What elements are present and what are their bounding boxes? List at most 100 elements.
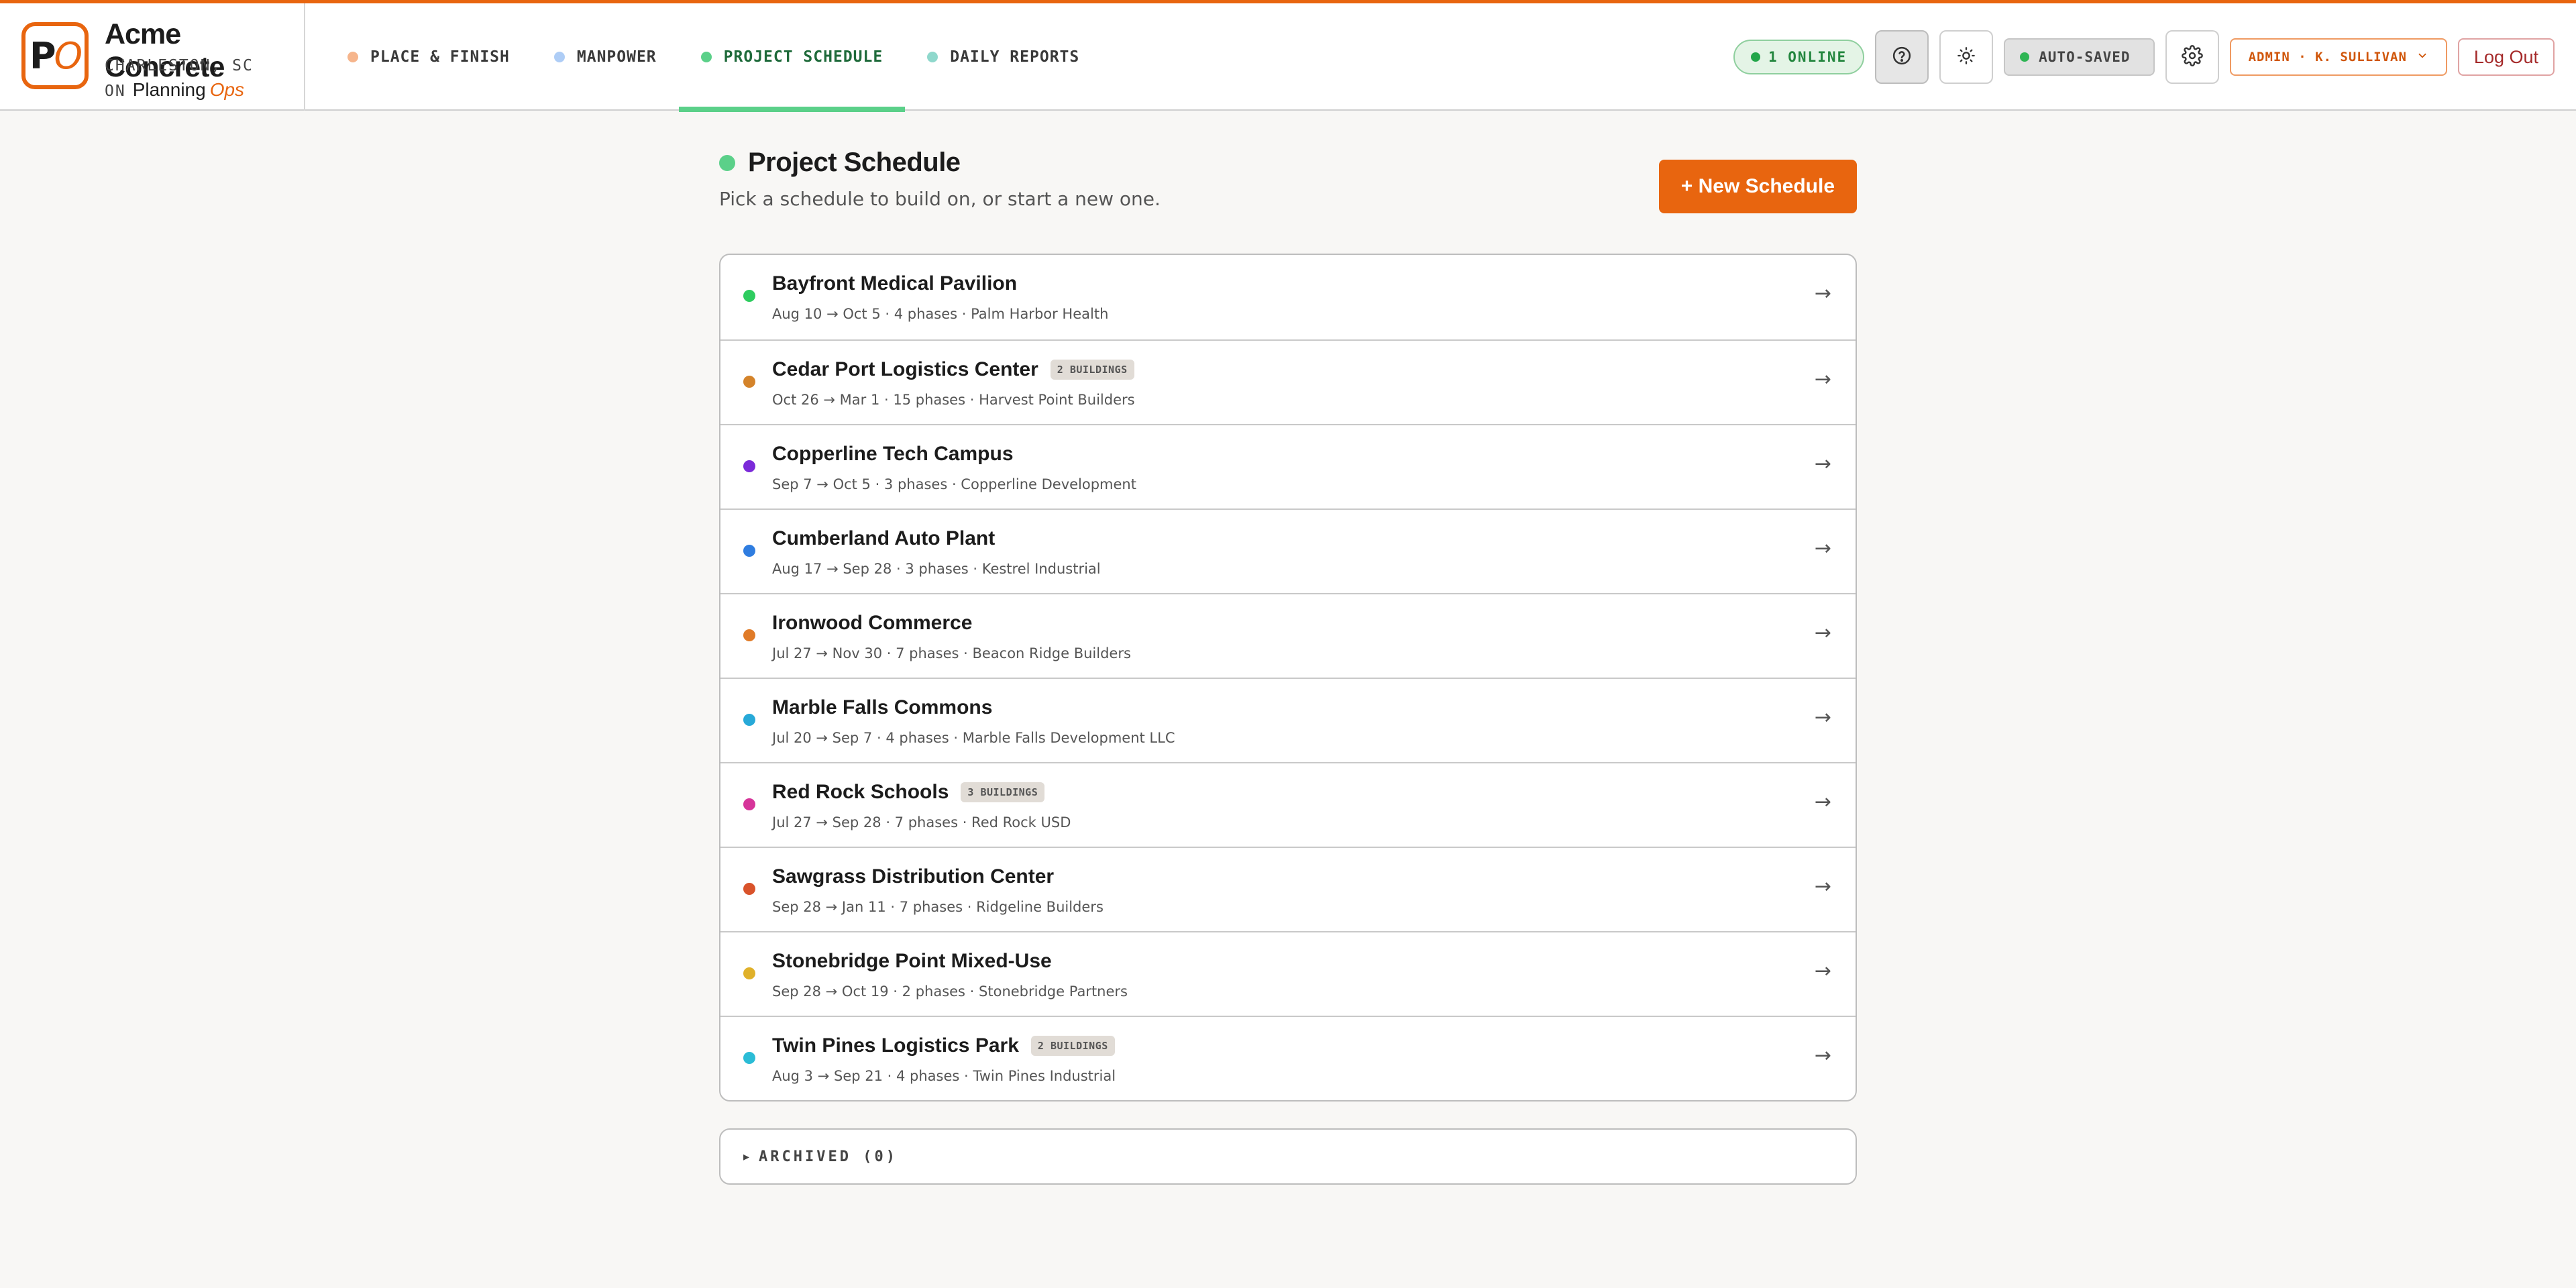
archived-section-toggle[interactable]: ▸ ARCHIVED (0) xyxy=(719,1128,1857,1185)
page-header: Project Schedule Pick a schedule to buil… xyxy=(719,148,1857,241)
schedule-meta: Sep 28 → Oct 19 · 2 phases · Stonebridge… xyxy=(772,983,1128,1000)
autosave-status: AUTO-SAVED xyxy=(2004,38,2155,76)
schedule-row[interactable]: Ironwood Commerce Jul 27 → Nov 30 · 7 pha… xyxy=(720,593,1856,678)
schedule-meta: Sep 28 → Jan 11 · 7 phases · Ridgeline B… xyxy=(772,899,1104,915)
schedule-name: Ironwood Commerce xyxy=(772,612,973,634)
schedule-meta: Sep 7 → Oct 5 · 3 phases · Copperline De… xyxy=(772,476,1136,492)
schedule-color-dot xyxy=(743,545,755,557)
theme-toggle-button[interactable] xyxy=(1939,30,1994,84)
schedule-color-dot xyxy=(743,460,755,472)
tab-place-finish[interactable]: PLACE & FINISH xyxy=(325,3,532,111)
tab-manpower[interactable]: MANPOWER xyxy=(532,3,679,111)
schedule-meta: Aug 3 → Sep 21 · 4 phases · Twin Pines I… xyxy=(772,1068,1116,1084)
schedule-name: Twin Pines Logistics Park xyxy=(772,1034,1019,1057)
buildings-badge: 3 BUILDINGS xyxy=(961,782,1045,802)
schedule-meta: Jul 27 → Nov 30 · 7 phases · Beacon Ridg… xyxy=(772,645,1131,661)
product-tagline: ON Planning Ops xyxy=(105,79,245,100)
arrow-right-icon: → xyxy=(1814,621,1831,645)
page-status-dot xyxy=(719,155,735,171)
schedule-name: Cumberland Auto Plant xyxy=(772,527,996,549)
online-status-badge[interactable]: 1 ONLINE xyxy=(1733,40,1865,74)
arrow-right-icon: → xyxy=(1814,1044,1831,1067)
settings-button[interactable] xyxy=(2165,30,2219,84)
schedule-name-line: Marble Falls Commons xyxy=(772,696,992,719)
schedule-row[interactable]: Bayfront Medical Pavilion Aug 10 → Oct 5 … xyxy=(720,255,1856,339)
schedule-color-dot xyxy=(743,967,755,979)
new-schedule-button[interactable]: + New Schedule xyxy=(1658,160,1857,213)
schedule-name: Bayfront Medical Pavilion xyxy=(772,272,1018,294)
schedule-name-line: Cedar Port Logistics Center 2 BUILDINGS xyxy=(772,358,1134,381)
schedule-color-dot xyxy=(743,629,755,641)
header-actions: 1 ONLINE AUTO-SAVED ADMIN · K. SULLIVAN xyxy=(1733,3,2555,111)
schedule-row[interactable]: Stonebridge Point Mixed-Use Sep 28 → Oct … xyxy=(720,931,1856,1016)
schedule-name-line: Sawgrass Distribution Center xyxy=(772,865,1054,888)
schedule-name: Cedar Port Logistics Center xyxy=(772,358,1038,380)
schedule-name: Sawgrass Distribution Center xyxy=(772,865,1055,888)
arrow-right-icon: → xyxy=(1814,368,1831,391)
arrow-right-icon: → xyxy=(1814,537,1831,560)
arrow-right-icon: → xyxy=(1814,959,1831,983)
schedule-row[interactable]: Cedar Port Logistics Center 2 BUILDINGS Oc… xyxy=(720,339,1856,424)
schedule-row[interactable]: Red Rock Schools 3 BUILDINGS Jul 27 → Sep … xyxy=(720,762,1856,847)
schedule-meta: Jul 20 → Sep 7 · 4 phases · Marble Falls… xyxy=(772,730,1175,746)
schedule-color-dot xyxy=(743,798,755,810)
schedule-name-line: Twin Pines Logistics Park 2 BUILDINGS xyxy=(772,1034,1115,1057)
schedule-page: Project Schedule Pick a schedule to buil… xyxy=(719,148,1857,1185)
schedule-name: Copperline Tech Campus xyxy=(772,443,1014,465)
archived-label: ARCHIVED (0) xyxy=(759,1148,898,1165)
schedule-name-line: Red Rock Schools 3 BUILDINGS xyxy=(772,781,1045,804)
schedule-color-dot xyxy=(743,1052,755,1064)
tab-status-dot xyxy=(700,52,712,62)
tab-status-dot xyxy=(927,52,938,62)
help-icon xyxy=(1892,46,1912,68)
schedule-meta: Aug 10 → Oct 5 · 4 phases · Palm Harbor … xyxy=(772,306,1109,322)
chevron-down-icon xyxy=(2416,50,2428,65)
user-menu-button[interactable]: ADMIN · K. SULLIVAN xyxy=(2229,38,2447,76)
schedule-row[interactable]: Cumberland Auto Plant Aug 17 → Sep 28 · 3… xyxy=(720,508,1856,593)
buildings-badge: 2 BUILDINGS xyxy=(1030,1036,1115,1056)
page-title: Project Schedule xyxy=(748,148,961,177)
page-subtitle: Pick a schedule to build on, or start a … xyxy=(719,188,1161,210)
online-dot xyxy=(1750,52,1760,62)
brand-block[interactable]: PO Acme Concrete CHARLESTON, SC ON Plann… xyxy=(0,3,305,111)
schedule-name-line: Cumberland Auto Plant xyxy=(772,527,995,550)
schedule-name-line: Ironwood Commerce xyxy=(772,612,972,635)
schedule-name: Red Rock Schools xyxy=(772,781,949,803)
schedule-row[interactable]: Twin Pines Logistics Park 2 BUILDINGS Aug … xyxy=(720,1016,1856,1100)
schedule-row[interactable]: Copperline Tech Campus Sep 7 → Oct 5 · 3 … xyxy=(720,424,1856,508)
schedule-name-line: Copperline Tech Campus xyxy=(772,443,1014,466)
arrow-right-icon: → xyxy=(1814,706,1831,729)
schedule-meta: Aug 17 → Sep 28 · 3 phases · Kestrel Ind… xyxy=(772,561,1101,577)
arrow-right-icon: → xyxy=(1814,282,1831,305)
main-nav: PLACE & FINISH MANPOWER PROJECT SCHEDULE… xyxy=(325,3,1102,112)
autosave-dot xyxy=(2020,52,2030,62)
schedule-list: Bayfront Medical Pavilion Aug 10 → Oct 5 … xyxy=(719,254,1857,1102)
schedule-name-line: Bayfront Medical Pavilion xyxy=(772,272,1017,295)
sun-icon xyxy=(1957,46,1976,68)
tab-project-schedule[interactable]: PROJECT SCHEDULE xyxy=(678,3,906,112)
arrow-right-icon: → xyxy=(1814,875,1831,898)
arrow-right-icon: → xyxy=(1814,452,1831,476)
caret-right-icon: ▸ xyxy=(743,1149,750,1164)
tab-status-dot xyxy=(347,52,358,62)
schedule-row[interactable]: Sawgrass Distribution Center Sep 28 → Jan… xyxy=(720,847,1856,931)
schedule-name: Marble Falls Commons xyxy=(772,696,993,718)
schedule-meta: Oct 26 → Mar 1 · 15 phases · Harvest Poi… xyxy=(772,392,1135,408)
schedule-color-dot xyxy=(743,290,755,302)
app-header: PO Acme Concrete CHARLESTON, SC ON Plann… xyxy=(0,3,2576,112)
tab-status-dot xyxy=(553,52,565,62)
tab-daily-reports[interactable]: DAILY REPORTS xyxy=(905,3,1102,111)
help-button[interactable] xyxy=(1875,30,1929,84)
schedule-color-dot xyxy=(743,376,755,388)
logout-button[interactable]: Log Out xyxy=(2457,38,2555,76)
schedule-row[interactable]: Marble Falls Commons Jul 20 → Sep 7 · 4 p… xyxy=(720,678,1856,762)
gear-icon xyxy=(2181,45,2203,69)
schedule-color-dot xyxy=(743,883,755,895)
schedule-name: Stonebridge Point Mixed-Use xyxy=(772,950,1052,972)
planning-ops-logo: PO xyxy=(21,22,89,89)
schedule-name-line: Stonebridge Point Mixed-Use xyxy=(772,950,1052,973)
schedule-color-dot xyxy=(743,714,755,726)
schedule-meta: Jul 27 → Sep 28 · 7 phases · Red Rock US… xyxy=(772,814,1071,830)
arrow-right-icon: → xyxy=(1814,790,1831,814)
buildings-badge: 2 BUILDINGS xyxy=(1050,360,1134,380)
